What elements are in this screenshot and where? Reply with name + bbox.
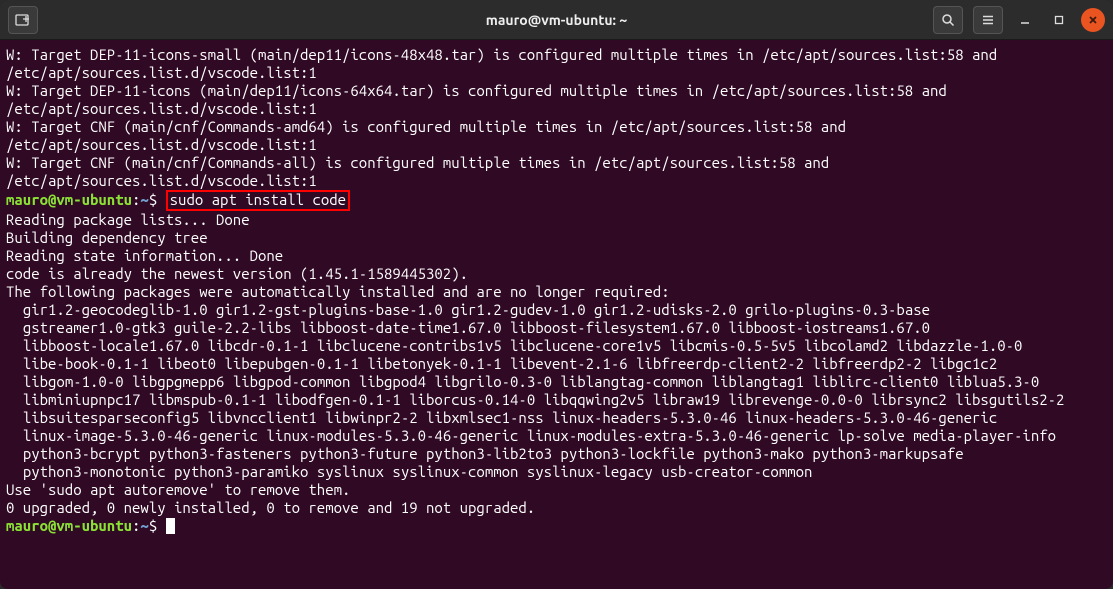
prompt-path-2: ~ bbox=[140, 517, 148, 534]
prompt-user-host-2: mauro@vm-ubuntu bbox=[6, 517, 132, 534]
prompt-user-host: mauro@vm-ubuntu bbox=[6, 191, 132, 208]
menu-button[interactable] bbox=[973, 6, 1003, 34]
command-highlight: sudo apt install code bbox=[166, 190, 350, 211]
minimize-button[interactable] bbox=[1013, 8, 1037, 32]
new-tab-button[interactable] bbox=[8, 6, 38, 34]
prompt-symbol: $ bbox=[149, 191, 157, 208]
terminal-window: mauro@vm-ubuntu: ~ bbox=[0, 0, 1113, 589]
prompt-path: ~ bbox=[140, 191, 148, 208]
maximize-icon bbox=[1053, 14, 1065, 26]
new-tab-icon bbox=[15, 13, 31, 27]
titlebar: mauro@vm-ubuntu: ~ bbox=[0, 0, 1113, 40]
apt-install-output: Reading package lists... Done Building d… bbox=[6, 211, 1064, 516]
prompt-symbol-2: $ bbox=[149, 517, 157, 534]
minimize-icon bbox=[1019, 14, 1031, 26]
search-button[interactable] bbox=[933, 6, 963, 34]
apt-warnings: W: Target DEP-11-icons-small (main/dep11… bbox=[6, 46, 1006, 189]
close-button[interactable] bbox=[1081, 8, 1105, 32]
close-icon bbox=[1087, 14, 1099, 26]
window-right-controls bbox=[933, 6, 1105, 34]
command-text: sudo apt install code bbox=[170, 191, 346, 208]
maximize-button[interactable] bbox=[1047, 8, 1071, 32]
cursor bbox=[166, 518, 175, 534]
terminal-output[interactable]: W: Target DEP-11-icons-small (main/dep11… bbox=[0, 40, 1113, 589]
hamburger-icon bbox=[981, 13, 995, 27]
search-icon bbox=[941, 13, 955, 27]
